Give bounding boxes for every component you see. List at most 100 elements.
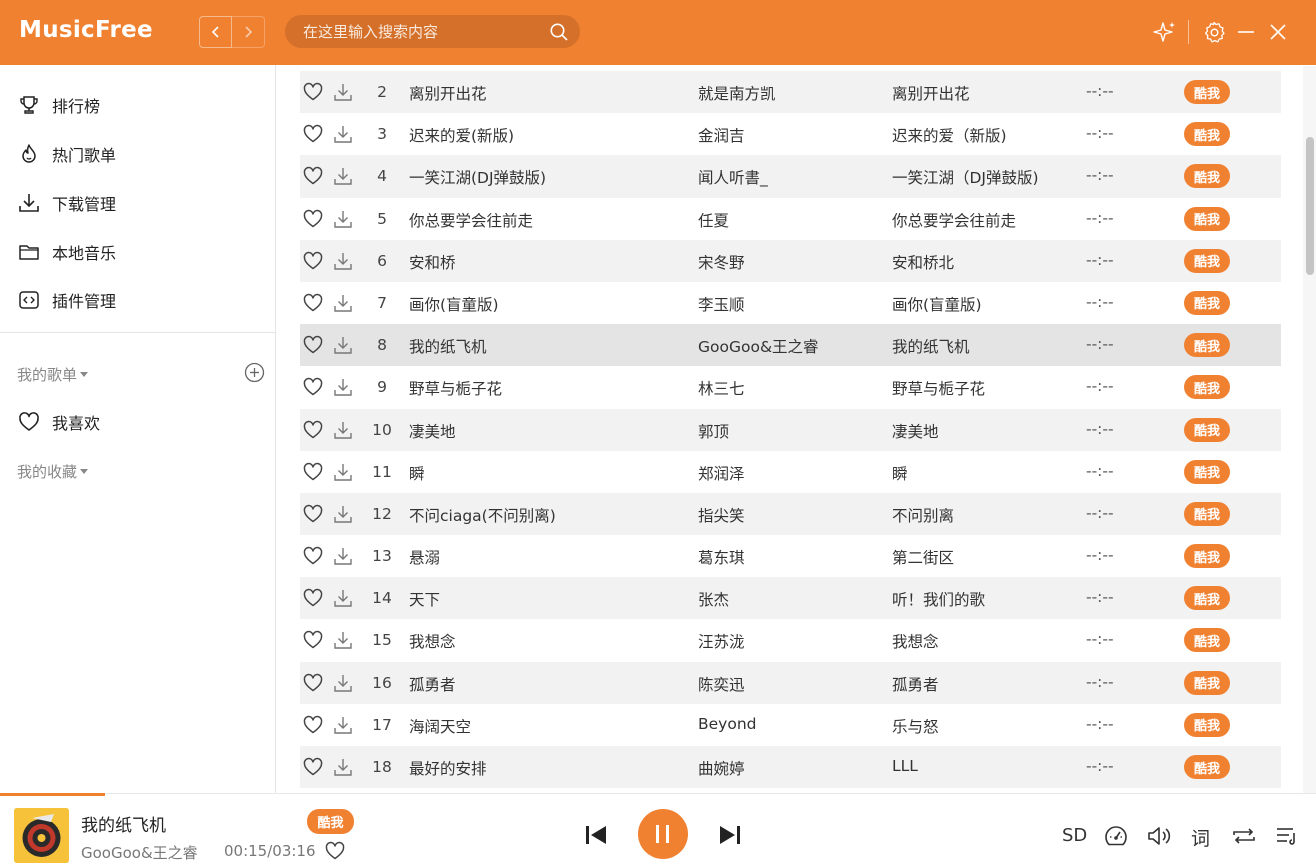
download-icon[interactable] xyxy=(333,630,353,654)
song-artist[interactable]: 就是南方凯 xyxy=(698,82,776,104)
like-button[interactable] xyxy=(325,841,345,865)
sidebar-item-favorites[interactable]: 我喜欢 xyxy=(18,408,100,436)
song-row[interactable]: 15 我想念 汪苏泷 我想念 --:-- 酷我 xyxy=(300,619,1281,661)
download-icon[interactable] xyxy=(333,462,353,486)
song-album[interactable]: 一笑江湖（DJ弹鼓版) xyxy=(892,166,1039,188)
song-row[interactable]: 13 悬溺 葛东琪 第二街区 --:-- 酷我 xyxy=(300,535,1281,577)
song-row[interactable]: 2 离别开出花 就是南方凯 离别开出花 --:-- 酷我 xyxy=(300,71,1281,114)
progress-bar[interactable] xyxy=(0,793,106,796)
song-album[interactable]: 孤勇者 xyxy=(892,673,939,695)
song-artist[interactable]: GooGoo&王之睿 xyxy=(698,335,819,357)
download-icon[interactable] xyxy=(333,209,353,233)
song-row[interactable]: 17 海阔天空 Beyond 乐与怒 --:-- 酷我 xyxy=(300,704,1281,746)
download-icon[interactable] xyxy=(333,588,353,612)
song-album[interactable]: 不问别离 xyxy=(892,504,954,526)
download-icon[interactable] xyxy=(333,546,353,570)
download-icon[interactable] xyxy=(333,377,353,401)
heart-icon[interactable] xyxy=(303,335,323,359)
heart-icon[interactable] xyxy=(303,546,323,570)
song-album[interactable]: 迟来的爱（新版) xyxy=(892,124,1007,146)
song-album[interactable]: 野草与栀子花 xyxy=(892,377,985,399)
song-album[interactable]: 你总要学会往前走 xyxy=(892,209,1016,231)
heart-icon[interactable] xyxy=(303,462,323,486)
search-input[interactable] xyxy=(303,15,543,48)
song-artist[interactable]: 林三七 xyxy=(698,377,745,399)
heart-icon[interactable] xyxy=(303,251,323,275)
song-artist[interactable]: 葛东琪 xyxy=(698,546,745,568)
album-cover[interactable] xyxy=(14,808,69,863)
heart-icon[interactable] xyxy=(303,82,323,106)
heart-icon[interactable] xyxy=(303,757,323,781)
song-album[interactable]: 凄美地 xyxy=(892,420,939,442)
add-playlist-button[interactable] xyxy=(244,362,265,387)
sound-effect-button[interactable] xyxy=(1103,824,1129,848)
lyrics-button[interactable]: 词 xyxy=(1191,824,1210,851)
song-album[interactable]: 离别开出花 xyxy=(892,82,970,104)
song-artist[interactable]: 宋冬野 xyxy=(698,251,745,273)
song-artist[interactable]: Beyond xyxy=(698,715,757,733)
previous-button[interactable] xyxy=(584,824,608,846)
heart-icon[interactable] xyxy=(303,715,323,739)
song-album[interactable]: 第二街区 xyxy=(892,546,954,568)
close-icon[interactable] xyxy=(1268,20,1288,44)
heart-icon[interactable] xyxy=(303,630,323,654)
song-artist[interactable]: 曲婉婷 xyxy=(698,757,745,779)
song-album[interactable]: 听！我们的歌 xyxy=(892,588,985,610)
song-artist[interactable]: 汪苏泷 xyxy=(698,630,745,652)
song-row[interactable]: 7 画你(盲童版) 李玉顺 画你(盲童版) --:-- 酷我 xyxy=(300,282,1281,324)
search-icon[interactable] xyxy=(549,22,569,46)
now-playing-title[interactable]: 我的纸飞机 xyxy=(81,811,166,836)
download-icon[interactable] xyxy=(333,420,353,444)
volume-button[interactable] xyxy=(1146,824,1172,848)
song-row[interactable]: 18 最好的安排 曲婉婷 LLL --:-- 酷我 xyxy=(300,746,1281,789)
song-album[interactable]: LLL xyxy=(892,757,918,775)
pause-button[interactable] xyxy=(638,809,688,859)
sidebar-item-plugins[interactable]: 插件管理 xyxy=(18,286,116,314)
song-artist[interactable]: 金润吉 xyxy=(698,124,745,146)
sidebar-item-charts[interactable]: 排行榜 xyxy=(18,91,100,119)
song-album[interactable]: 我的纸飞机 xyxy=(892,335,970,357)
scrollbar-thumb[interactable] xyxy=(1306,137,1314,275)
download-icon[interactable] xyxy=(333,715,353,739)
gear-icon[interactable] xyxy=(1202,20,1226,44)
song-artist[interactable]: 陈奕迅 xyxy=(698,673,745,695)
sparkle-icon[interactable] xyxy=(1153,20,1177,44)
next-button[interactable] xyxy=(718,824,742,846)
song-album[interactable]: 乐与怒 xyxy=(892,715,939,737)
song-row[interactable]: 3 迟来的爱(新版) 金润吉 迟来的爱（新版) --:-- 酷我 xyxy=(300,113,1281,155)
song-row[interactable]: 12 不问ciaga(不问别离) 指尖笑 不问别离 --:-- 酷我 xyxy=(300,492,1281,536)
heart-icon[interactable] xyxy=(303,504,323,528)
song-artist[interactable]: 闻人听書_ xyxy=(698,166,768,188)
sidebar-item-downloads[interactable]: 下载管理 xyxy=(18,189,116,217)
song-artist[interactable]: 郭顶 xyxy=(698,420,729,442)
minimize-icon[interactable] xyxy=(1236,20,1256,44)
quality-button[interactable]: SD xyxy=(1062,825,1087,846)
song-row[interactable]: 16 孤勇者 陈奕迅 孤勇者 --:-- 酷我 xyxy=(300,661,1281,704)
song-row[interactable]: 4 一笑江湖(DJ弹鼓版) 闻人听書_ 一笑江湖（DJ弹鼓版) --:-- 酷我 xyxy=(300,155,1281,198)
song-album[interactable]: 瞬 xyxy=(892,462,908,484)
download-icon[interactable] xyxy=(333,293,353,317)
song-row[interactable]: 9 野草与栀子花 林三七 野草与栀子花 --:-- 酷我 xyxy=(300,366,1281,408)
song-row[interactable]: 5 你总要学会往前走 任夏 你总要学会往前走 --:-- 酷我 xyxy=(300,198,1281,240)
song-row[interactable]: 6 安和桥 宋冬野 安和桥北 --:-- 酷我 xyxy=(300,239,1281,282)
download-icon[interactable] xyxy=(333,757,353,781)
repeat-button[interactable] xyxy=(1231,824,1257,848)
heart-icon[interactable] xyxy=(303,420,323,444)
playlist-button[interactable] xyxy=(1275,824,1299,848)
forward-button[interactable] xyxy=(232,16,265,48)
sidebar-item-local-music[interactable]: 本地音乐 xyxy=(18,238,116,266)
download-icon[interactable] xyxy=(333,166,353,190)
download-icon[interactable] xyxy=(333,251,353,275)
song-row[interactable]: 14 天下 张杰 听！我们的歌 --:-- 酷我 xyxy=(300,577,1281,620)
song-row[interactable]: 8 我的纸飞机 GooGoo&王之睿 我的纸飞机 --:-- 酷我 xyxy=(300,324,1281,367)
sidebar-item-hot-playlists[interactable]: 热门歌单 xyxy=(18,140,116,168)
heart-icon[interactable] xyxy=(303,209,323,233)
heart-icon[interactable] xyxy=(303,293,323,317)
download-icon[interactable] xyxy=(333,673,353,697)
heart-icon[interactable] xyxy=(303,588,323,612)
heart-icon[interactable] xyxy=(303,124,323,148)
heart-icon[interactable] xyxy=(303,166,323,190)
song-artist[interactable]: 任夏 xyxy=(698,209,729,231)
download-icon[interactable] xyxy=(333,335,353,359)
download-icon[interactable] xyxy=(333,82,353,106)
